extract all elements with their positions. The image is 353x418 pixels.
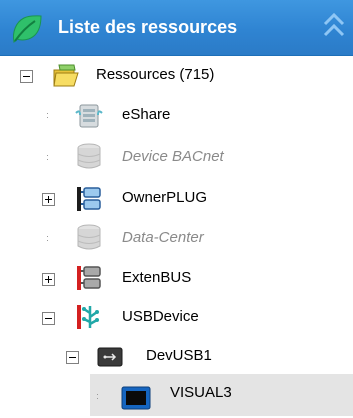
tree-node-usbdevice[interactable]: USBDevice [0, 303, 353, 333]
tree-node-extenbus[interactable]: ExtenBUS [0, 264, 353, 294]
tree-node-label: DevUSB1 [146, 347, 212, 364]
tree-node-label: Device BACnet [122, 148, 224, 165]
tree-connector [46, 153, 51, 163]
double-chevron-up-icon[interactable] [322, 10, 346, 49]
folder-icon [52, 61, 80, 94]
database-icon [74, 224, 104, 257]
tree-node-label: OwnerPLUG [122, 189, 208, 206]
tree-node-label: eShare [122, 106, 171, 123]
expand-toggle[interactable] [42, 193, 55, 206]
tree-node-label: Ressources (715) [96, 66, 215, 83]
tree-node-label: USBDevice [122, 308, 199, 325]
panel-header: Liste des ressources [0, 0, 353, 56]
network-icon [74, 185, 104, 218]
tree-node-data-center[interactable]: Data-Center [0, 224, 353, 254]
tree-node-visual3[interactable]: VISUAL3 [0, 382, 353, 412]
tree-connector [96, 392, 101, 402]
tree-node-label: VISUAL3 [170, 384, 232, 401]
tree-connector [46, 234, 51, 244]
tree-node-root[interactable]: Ressources (715) [0, 61, 353, 91]
tree-node-label: Data-Center [122, 229, 204, 246]
tree-node-label: ExtenBUS [122, 269, 192, 286]
collapse-toggle[interactable] [20, 70, 33, 83]
monitor-icon [120, 385, 152, 418]
tree-connector [46, 111, 51, 121]
panel-title: Liste des ressources [58, 17, 238, 37]
collapse-toggle[interactable] [42, 312, 55, 325]
tree-node-ownerplug[interactable]: OwnerPLUG [0, 184, 353, 214]
expand-toggle[interactable] [42, 273, 55, 286]
database-icon [74, 143, 104, 176]
bus-module-icon [74, 264, 104, 297]
usb-device-icon [96, 344, 124, 375]
tree-node-eshare[interactable]: eShare [0, 101, 353, 131]
tree-node-devusb1[interactable]: DevUSB1 [0, 342, 353, 372]
leaf-icon [10, 14, 44, 49]
tree-node-device-bacnet[interactable]: Device BACnet [0, 143, 353, 173]
server-icon [74, 103, 104, 134]
usb-tree-icon [74, 303, 104, 336]
collapse-toggle[interactable] [66, 351, 79, 364]
